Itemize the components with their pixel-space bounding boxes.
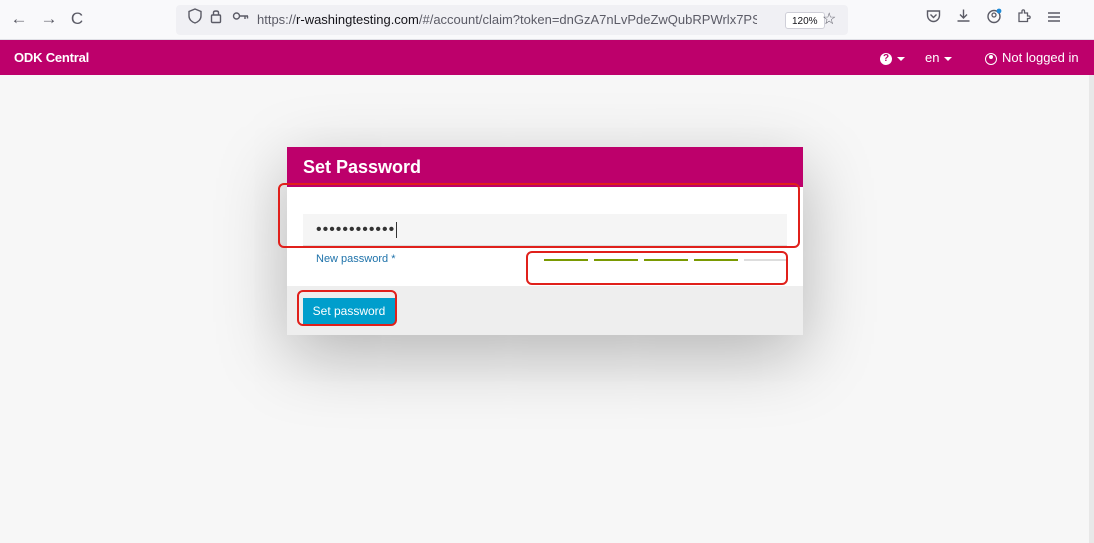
forward-icon[interactable]: → (38, 8, 60, 30)
menu-icon[interactable] (1043, 8, 1065, 30)
user-circle-icon (985, 52, 997, 65)
bookmark-star-icon[interactable]: ☆ (822, 5, 836, 35)
extensions-icon[interactable] (1013, 8, 1035, 30)
url-host: r-washingtesting.com (296, 12, 419, 27)
annotation-box-submit-button (297, 290, 397, 326)
key-permissions-icon[interactable] (232, 5, 250, 35)
annotation-box-strength-meter (526, 251, 788, 285)
help-icon: ? (880, 52, 892, 65)
shield-icon[interactable] (188, 5, 202, 35)
help-menu[interactable]: ? (880, 40, 905, 75)
account-icon[interactable] (983, 8, 1005, 30)
url-prefix: https:// (257, 12, 297, 27)
user-status-label: Not logged in (1002, 50, 1079, 65)
app-navbar: ODK Central ? en Not logged in (0, 40, 1094, 75)
url-path: /#/account/claim?token=dnGzA7nLvPdeZwQub… (418, 12, 757, 27)
brand-logo[interactable]: ODK Central (14, 40, 89, 75)
user-menu[interactable]: Not logged in (985, 40, 1079, 75)
language-menu[interactable]: en (925, 40, 953, 75)
caret-down-icon (897, 56, 905, 61)
back-icon[interactable]: ← (8, 8, 30, 30)
language-label: en (925, 50, 940, 65)
browser-toolbar: ← → C https://r-washingtesting.com/#/acc… (0, 0, 1094, 40)
downloads-icon[interactable] (952, 8, 974, 30)
address-bar[interactable]: https://r-washingtesting.com/#/account/c… (176, 5, 848, 35)
reload-icon[interactable]: C (66, 8, 88, 30)
new-password-label: New password * (316, 253, 396, 265)
pocket-icon[interactable] (922, 8, 944, 30)
modal-title: Set Password (303, 157, 422, 177)
zoom-level-badge[interactable]: 120% (785, 12, 825, 29)
lock-icon[interactable] (210, 5, 222, 35)
caret-down-icon (944, 56, 953, 61)
scrollbar[interactable] (1089, 75, 1094, 543)
modal-header: Set Password (287, 147, 803, 187)
url-text[interactable]: https://r-washingtesting.com/#/account/c… (257, 5, 757, 35)
annotation-box-password-field (278, 183, 800, 248)
